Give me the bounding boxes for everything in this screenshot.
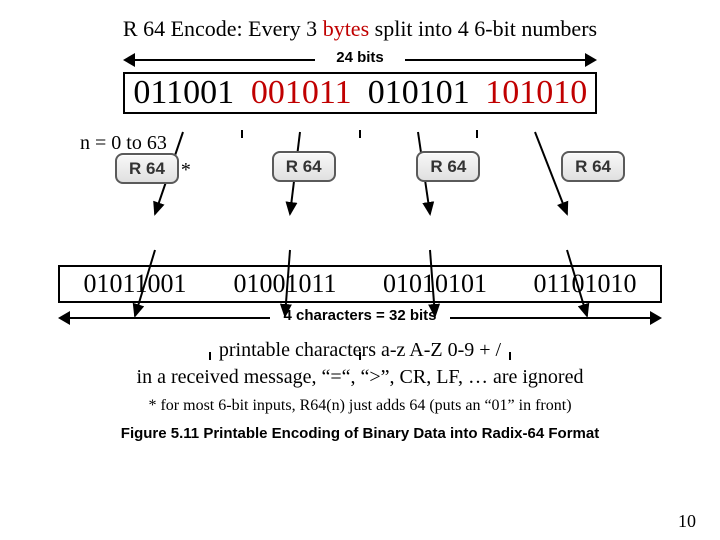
printable-chars-text: printable characters a-z A-Z 0-9 + / (40, 339, 680, 362)
span-line (405, 59, 595, 61)
output-32bit-box: 01011001 01001011 01010101 01101010 (58, 265, 662, 303)
footnote-star: * (181, 159, 191, 181)
output-group: 01101010 (510, 267, 660, 301)
title-prefix: R 64 Encode: Every 3 (123, 16, 323, 41)
span-24bits-label: 24 bits (336, 49, 384, 66)
span-24bits: 24 bits (125, 50, 595, 70)
input-group: 010101 (360, 74, 478, 112)
arrow-right-icon (585, 53, 597, 67)
r64-badge: R 64 (561, 151, 625, 182)
r64-badge-row: R 64* R 64 R 64 R 64 (115, 157, 625, 197)
output-group: 01011001 (60, 267, 210, 301)
input-group: 001011 (243, 74, 361, 112)
r64-badge: R 64 (416, 151, 480, 182)
span-line (60, 317, 270, 319)
input-group: 011001 (125, 74, 243, 112)
title-suffix: split into 4 6-bit numbers (369, 16, 597, 41)
output-group: 01001011 (210, 267, 360, 301)
span-line (450, 317, 660, 319)
span-32bits-label: 4 characters = 32 bits (283, 307, 436, 324)
output-group: 01010101 (360, 267, 510, 301)
footnote-text: * for most 6-bit inputs, R64(n) just add… (40, 397, 680, 415)
r64-badge: R 64 (272, 151, 336, 182)
input-group: 101010 (478, 74, 596, 112)
input-24bit-box: 011001 001011 010101 101010 (123, 72, 597, 114)
span-32bits: 4 characters = 32 bits (60, 307, 660, 329)
title-red-word: bytes (323, 16, 369, 41)
span-line (125, 59, 315, 61)
page-number: 10 (678, 511, 696, 532)
n-range-label: n = 0 to 63 (80, 132, 220, 155)
ignored-chars-text: in a received message, “=“, “>”, CR, LF,… (40, 366, 680, 389)
r64-badge: R 64 (115, 153, 179, 184)
figure-caption: Figure 5.11 Printable Encoding of Binary… (40, 425, 680, 442)
slide-title: R 64 Encode: Every 3 bytes split into 4 … (40, 16, 680, 42)
arrow-right-icon (650, 311, 662, 325)
